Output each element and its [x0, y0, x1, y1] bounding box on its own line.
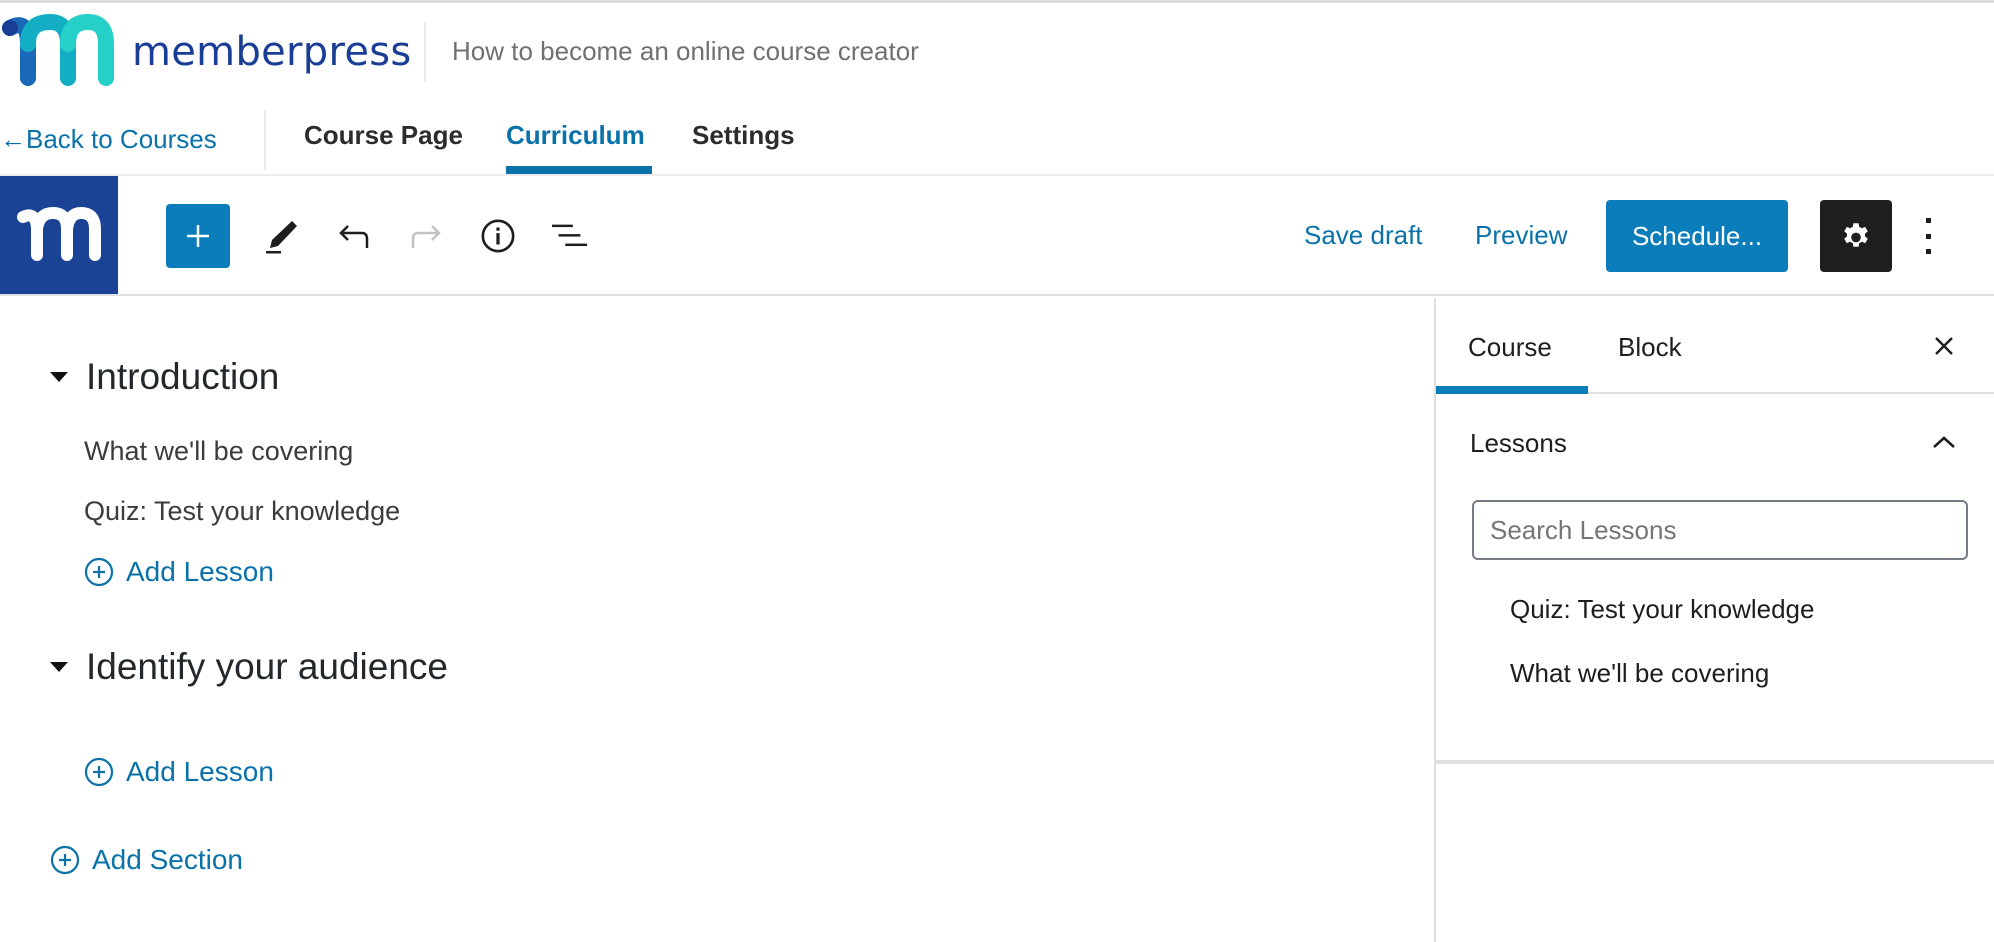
brand-name: memberpress [132, 29, 412, 75]
close-sidebar-button[interactable] [1926, 328, 1962, 364]
lesson-item[interactable]: What we'll be covering [84, 436, 353, 467]
caret-down-icon[interactable] [50, 372, 68, 382]
add-lesson-label: Add Lesson [126, 556, 274, 587]
section-introduction[interactable]: Introduction [50, 356, 279, 398]
add-lesson-button[interactable]: Add Lesson [84, 556, 274, 588]
tab-course-page[interactable]: Course Page [304, 120, 463, 151]
top-border [0, 0, 1994, 3]
edit-tool-button[interactable] [264, 218, 300, 254]
active-sidebar-tab-indicator [1436, 386, 1588, 394]
list-view-icon [552, 224, 588, 247]
close-icon [1935, 337, 1953, 355]
tab-settings[interactable]: Settings [692, 120, 795, 151]
curriculum-editor: Introduction What we'll be covering Quiz… [0, 298, 1434, 942]
pencil-icon [266, 221, 297, 254]
editor-home-button[interactable] [0, 176, 118, 294]
course-title: How to become an online course creator [452, 36, 919, 66]
caret-down-icon[interactable] [50, 662, 68, 672]
add-lesson-button[interactable]: Add Lesson [84, 756, 274, 788]
info-icon [481, 219, 515, 253]
settings-sidebar: Course Block Lessons Quiz: Test your kno… [1434, 298, 1994, 942]
tab-curriculum[interactable]: Curriculum [506, 120, 645, 151]
sidebar-tab-block[interactable]: Block [1618, 332, 1682, 363]
nav-divider [264, 110, 266, 170]
lessons-panel-title[interactable]: Lessons [1470, 428, 1567, 459]
search-lessons-input[interactable] [1472, 500, 1968, 560]
dot [1925, 233, 1931, 239]
details-button[interactable] [480, 218, 516, 254]
lessons-panel-toggle[interactable] [1926, 424, 1962, 460]
plus-icon [187, 225, 209, 247]
more-options-button[interactable] [1916, 214, 1940, 258]
active-tab-indicator [506, 166, 652, 174]
chevron-up-icon [1933, 436, 1955, 448]
more-vertical-icon [1925, 218, 1931, 223]
back-to-courses-link[interactable]: ←Back to Courses [0, 124, 217, 155]
plus-circle-icon [50, 845, 80, 875]
redo-button[interactable] [408, 218, 444, 254]
undo-icon [339, 225, 369, 248]
gear-icon [1844, 223, 1868, 247]
lesson-item[interactable]: Quiz: Test your knowledge [84, 496, 400, 527]
preview-button[interactable]: Preview [1475, 220, 1567, 251]
save-draft-button[interactable]: Save draft [1304, 220, 1423, 251]
panel-divider [1436, 760, 1994, 764]
brand: memberpress [0, 12, 412, 92]
plus-circle-icon [84, 557, 114, 587]
memberpress-logo-icon [2, 14, 114, 86]
settings-toggle-button[interactable] [1820, 200, 1892, 272]
editor-toolbar: Save draft Preview Schedule... [0, 176, 1994, 296]
section-title[interactable]: Identify your audience [86, 646, 448, 688]
section-title[interactable]: Introduction [86, 356, 279, 398]
schedule-button[interactable]: Schedule... [1606, 200, 1788, 272]
redo-icon [411, 225, 441, 248]
list-view-button[interactable] [552, 218, 588, 254]
course-nav: ←Back to Courses Course Page Curriculum … [0, 104, 1994, 176]
sidebar-tab-course[interactable]: Course [1468, 332, 1552, 363]
memberpress-m-icon [17, 207, 101, 261]
undo-button[interactable] [336, 218, 372, 254]
section-identify-your-audience[interactable]: Identify your audience [50, 646, 448, 688]
sidebar-tabs: Course Block [1436, 298, 1994, 394]
add-lesson-label: Add Lesson [126, 756, 274, 787]
add-section-button[interactable]: Add Section [50, 844, 243, 876]
add-block-button[interactable] [166, 204, 230, 268]
plus-circle-icon [84, 757, 114, 787]
header-divider [424, 22, 426, 82]
dot [1925, 249, 1931, 254]
sidebar-lesson-item[interactable]: Quiz: Test your knowledge [1510, 594, 1814, 625]
add-section-label: Add Section [92, 844, 243, 875]
sidebar-lesson-item[interactable]: What we'll be covering [1510, 658, 1769, 689]
